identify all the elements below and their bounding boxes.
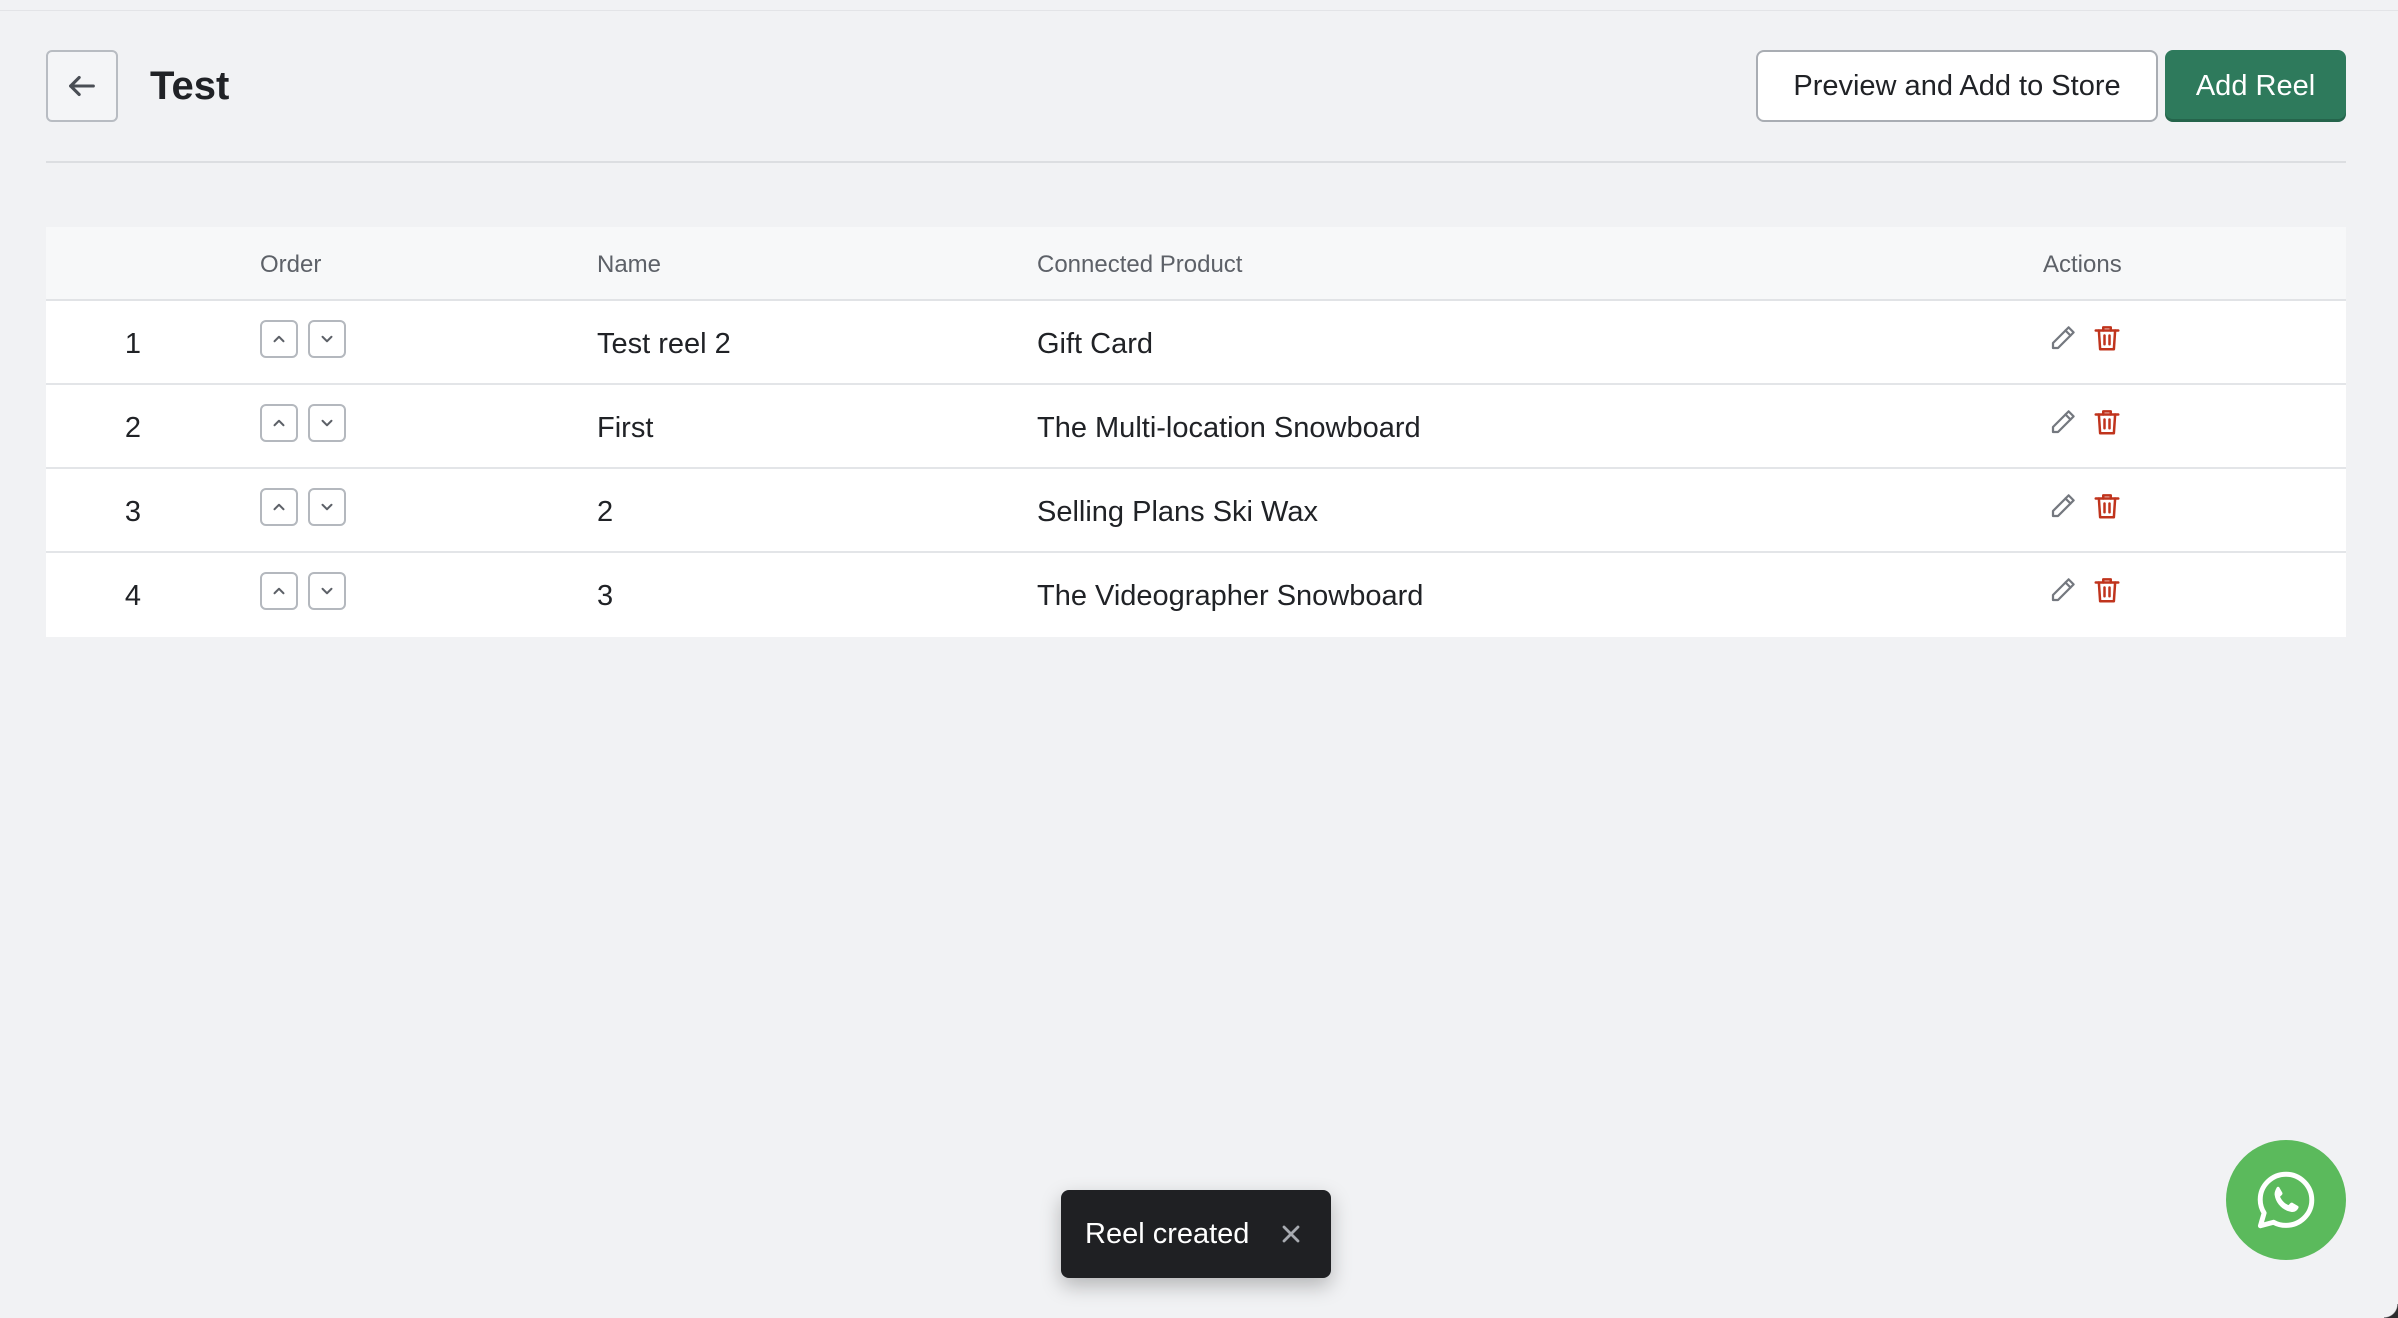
table-row: 2 First The Multi-location Snowboard: [46, 385, 2346, 469]
order-controls: [260, 488, 346, 526]
page-header: Test Preview and Add to Store Add Reel: [46, 50, 2346, 122]
table-row: 3 2 Selling Plans Ski Wax: [46, 469, 2346, 553]
move-up-button[interactable]: [260, 488, 298, 526]
table-row: 1 Test reel 2 Gift Card: [46, 301, 2346, 385]
row-index: 1: [124, 328, 142, 360]
move-down-button[interactable]: [308, 404, 346, 442]
edit-button[interactable]: [2046, 573, 2080, 607]
pencil-icon: [2051, 326, 2075, 350]
order-controls: [260, 404, 346, 442]
row-index: 2: [124, 412, 142, 444]
delete-button[interactable]: [2090, 405, 2124, 439]
row-actions: [2046, 405, 2124, 439]
pencil-icon: [2051, 494, 2075, 518]
chevron-up-icon: [273, 419, 285, 427]
trash-icon: [2094, 326, 2120, 351]
edit-button[interactable]: [2046, 489, 2080, 523]
edit-button[interactable]: [2046, 321, 2080, 355]
trash-icon: [2094, 494, 2120, 519]
toast-message: Reel created: [1085, 1218, 1250, 1250]
move-up-button[interactable]: [260, 404, 298, 442]
edit-button[interactable]: [2046, 405, 2080, 439]
chevron-up-icon: [273, 587, 285, 595]
move-down-button[interactable]: [308, 572, 346, 610]
chevron-down-icon: [321, 503, 333, 511]
arrow-left-icon: [69, 75, 95, 97]
connected-product: Selling Plans Ski Wax: [1037, 496, 1318, 528]
row-actions: [2046, 573, 2124, 607]
chevron-up-icon: [273, 503, 285, 511]
column-header-order: Order: [260, 251, 322, 278]
trash-icon: [2094, 578, 2120, 603]
column-header-connected-product: Connected Product: [1037, 251, 1243, 278]
order-controls: [260, 320, 346, 358]
connected-product: Gift Card: [1037, 328, 1154, 360]
header-divider: [46, 161, 2346, 163]
whatsapp-icon: [2257, 1171, 2315, 1229]
pencil-icon: [2051, 578, 2075, 602]
chevron-down-icon: [321, 335, 333, 343]
delete-button[interactable]: [2090, 573, 2124, 607]
trash-icon: [2094, 410, 2120, 435]
row-actions: [2046, 489, 2124, 523]
pencil-icon: [2051, 410, 2075, 434]
delete-button[interactable]: [2090, 321, 2124, 355]
back-button[interactable]: [46, 50, 118, 122]
move-up-button[interactable]: [260, 320, 298, 358]
reel-name: 2: [597, 496, 614, 528]
reel-name: Test reel 2: [597, 328, 731, 360]
page-title: Test: [150, 64, 230, 108]
preview-and-add-to-store-button[interactable]: Preview and Add to Store: [1756, 50, 2158, 122]
add-reel-button[interactable]: Add Reel: [2165, 50, 2346, 122]
chevron-up-icon: [273, 335, 285, 343]
order-controls: [260, 572, 346, 610]
reel-name: 3: [597, 580, 614, 612]
move-down-button[interactable]: [308, 488, 346, 526]
connected-product: The Multi-location Snowboard: [1037, 412, 1421, 444]
chevron-down-icon: [321, 419, 333, 427]
column-header-actions: Actions: [2043, 251, 2122, 278]
window-corner: [2384, 1304, 2398, 1318]
whatsapp-chat-button[interactable]: [2226, 1140, 2346, 1260]
row-index: 3: [124, 496, 142, 528]
move-up-button[interactable]: [260, 572, 298, 610]
column-header-name: Name: [597, 251, 662, 278]
table-header: Order Name Connected Product Actions: [46, 227, 2346, 301]
reels-table: Order Name Connected Product Actions 1 T…: [46, 227, 2346, 637]
delete-button[interactable]: [2090, 489, 2124, 523]
move-down-button[interactable]: [308, 320, 346, 358]
close-icon: [1282, 1225, 1300, 1243]
toast-notification: Reel created: [1061, 1190, 1331, 1278]
row-actions: [2046, 321, 2124, 355]
top-border: [0, 10, 2398, 11]
row-index: 4: [124, 580, 142, 612]
reel-name: First: [597, 412, 654, 444]
connected-product: The Videographer Snowboard: [1037, 580, 1424, 612]
table-row: 4 3 The Videographer Snowboard: [46, 553, 2346, 637]
chevron-down-icon: [321, 587, 333, 595]
table-body: 1 Test reel 2 Gift Card 2 First The Mult…: [46, 301, 2346, 637]
toast-close-button[interactable]: [1277, 1220, 1305, 1248]
page: Test Preview and Add to Store Add Reel O…: [0, 0, 2398, 1318]
